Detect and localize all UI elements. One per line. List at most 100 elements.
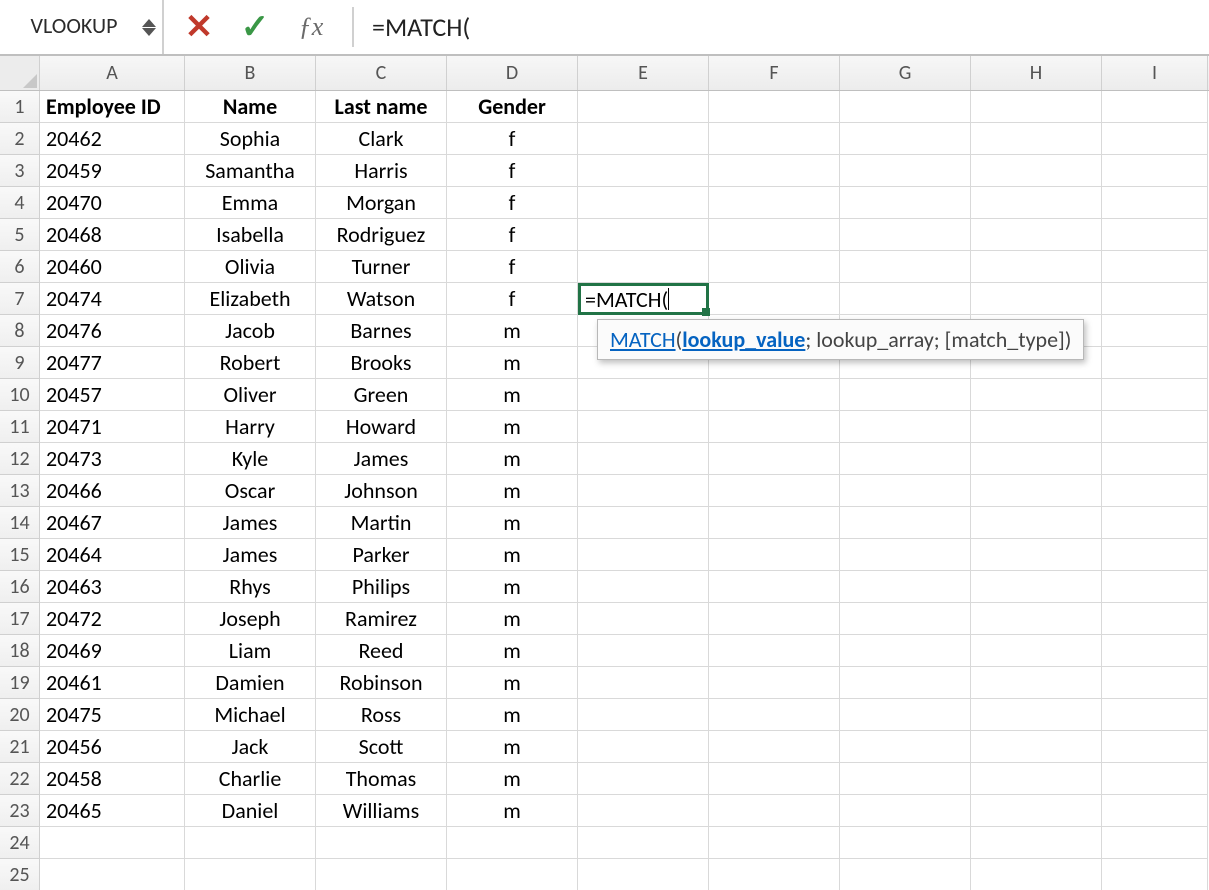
cell[interactable]: James: [316, 443, 447, 475]
cell[interactable]: 20475: [40, 699, 185, 731]
cell[interactable]: 20471: [40, 411, 185, 443]
cell[interactable]: [1102, 859, 1208, 890]
cell[interactable]: [1102, 443, 1208, 475]
row-header[interactable]: 1: [0, 91, 40, 123]
formula-input[interactable]: =MATCH(: [360, 0, 1209, 54]
row-header[interactable]: 15: [0, 539, 40, 571]
cell[interactable]: [971, 859, 1102, 890]
cell[interactable]: [578, 475, 709, 507]
row-header[interactable]: 16: [0, 571, 40, 603]
row-header[interactable]: 3: [0, 155, 40, 187]
cell[interactable]: Watson: [316, 283, 447, 315]
cell[interactable]: m: [447, 731, 578, 763]
cell[interactable]: [1102, 507, 1208, 539]
cell[interactable]: [709, 539, 840, 571]
cell[interactable]: [709, 187, 840, 219]
cell[interactable]: Sophia: [185, 123, 316, 155]
cell[interactable]: Name: [185, 91, 316, 123]
row-header[interactable]: 11: [0, 411, 40, 443]
cell[interactable]: Isabella: [185, 219, 316, 251]
cell[interactable]: [840, 635, 971, 667]
cell[interactable]: [447, 827, 578, 859]
cell[interactable]: [840, 763, 971, 795]
cell[interactable]: m: [447, 475, 578, 507]
cell[interactable]: [1102, 155, 1208, 187]
cell[interactable]: m: [447, 379, 578, 411]
cell[interactable]: m: [447, 699, 578, 731]
cell[interactable]: [1102, 379, 1208, 411]
cell[interactable]: [840, 699, 971, 731]
col-header-C[interactable]: C: [316, 56, 447, 90]
cell[interactable]: [1102, 827, 1208, 859]
cell[interactable]: 20458: [40, 763, 185, 795]
cell[interactable]: Ramirez: [316, 603, 447, 635]
row-header[interactable]: 14: [0, 507, 40, 539]
cell[interactable]: [971, 667, 1102, 699]
row-header[interactable]: 21: [0, 731, 40, 763]
cell[interactable]: [578, 123, 709, 155]
cell[interactable]: Jacob: [185, 315, 316, 347]
cell[interactable]: Jack: [185, 731, 316, 763]
cell[interactable]: 20456: [40, 731, 185, 763]
cell[interactable]: Olivia: [185, 251, 316, 283]
cell[interactable]: [971, 475, 1102, 507]
cell[interactable]: [971, 91, 1102, 123]
cell[interactable]: [709, 219, 840, 251]
cell[interactable]: 20457: [40, 379, 185, 411]
cell[interactable]: Harry: [185, 411, 316, 443]
cell[interactable]: Gender: [447, 91, 578, 123]
row-header[interactable]: 20: [0, 699, 40, 731]
cell[interactable]: 20459: [40, 155, 185, 187]
cell[interactable]: [709, 475, 840, 507]
confirm-edit-button[interactable]: ✓: [238, 10, 272, 44]
cell[interactable]: [578, 155, 709, 187]
cell[interactable]: 20463: [40, 571, 185, 603]
cell[interactable]: [840, 91, 971, 123]
cell[interactable]: [971, 411, 1102, 443]
cell[interactable]: [578, 795, 709, 827]
cell[interactable]: Parker: [316, 539, 447, 571]
cell[interactable]: Howard: [316, 411, 447, 443]
cell[interactable]: [709, 379, 840, 411]
cell[interactable]: [840, 667, 971, 699]
cell[interactable]: [578, 635, 709, 667]
cell[interactable]: [971, 155, 1102, 187]
cell[interactable]: [709, 763, 840, 795]
cell[interactable]: Harris: [316, 155, 447, 187]
cell[interactable]: f: [447, 283, 578, 315]
cell[interactable]: [578, 251, 709, 283]
cell[interactable]: Samantha: [185, 155, 316, 187]
cell[interactable]: [578, 283, 709, 315]
row-header[interactable]: 19: [0, 667, 40, 699]
cell[interactable]: Green: [316, 379, 447, 411]
cell[interactable]: [1102, 635, 1208, 667]
row-header[interactable]: 8: [0, 315, 40, 347]
cell[interactable]: [1102, 539, 1208, 571]
tooltip-function-name[interactable]: MATCH: [610, 326, 676, 353]
cell[interactable]: [578, 603, 709, 635]
cell[interactable]: [709, 251, 840, 283]
cell[interactable]: [971, 123, 1102, 155]
cell[interactable]: 20477: [40, 347, 185, 379]
cell[interactable]: [1102, 91, 1208, 123]
cell[interactable]: Robinson: [316, 667, 447, 699]
cell[interactable]: 20470: [40, 187, 185, 219]
cell[interactable]: [840, 603, 971, 635]
cancel-edit-button[interactable]: ✕: [182, 10, 216, 44]
cell[interactable]: [1102, 283, 1208, 315]
cell[interactable]: [578, 187, 709, 219]
cell[interactable]: 20476: [40, 315, 185, 347]
cell[interactable]: [971, 379, 1102, 411]
col-header-E[interactable]: E: [578, 56, 709, 90]
grid-body[interactable]: 1Employee IDNameLast nameGender220462Sop…: [0, 91, 1209, 890]
cell[interactable]: Robert: [185, 347, 316, 379]
cell[interactable]: [578, 539, 709, 571]
cell[interactable]: [578, 827, 709, 859]
cell[interactable]: [840, 123, 971, 155]
cell[interactable]: [971, 539, 1102, 571]
row-header[interactable]: 22: [0, 763, 40, 795]
cell[interactable]: [709, 603, 840, 635]
cell[interactable]: [1102, 187, 1208, 219]
cell[interactable]: [840, 187, 971, 219]
cell[interactable]: Ross: [316, 699, 447, 731]
